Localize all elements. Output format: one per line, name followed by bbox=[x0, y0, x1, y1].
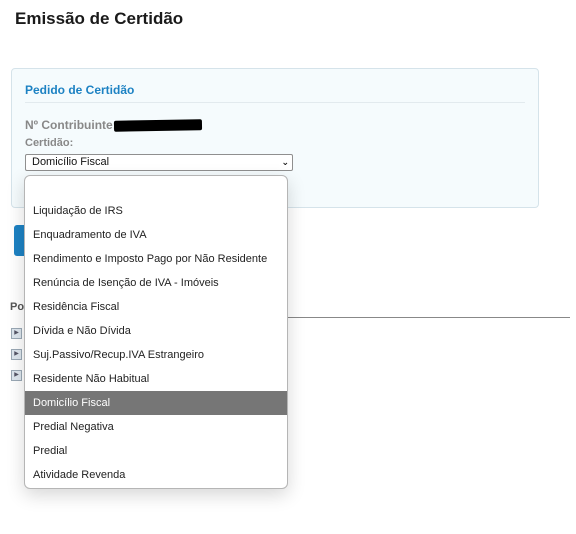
dropdown-option-suj-passivo-recup-iva[interactable]: Suj.Passivo/Recup.IVA Estrangeiro bbox=[25, 343, 287, 367]
dropdown-option-empty[interactable] bbox=[25, 176, 287, 200]
dropdown-option-residente-nao-habitual[interactable]: Residente Não Habitual bbox=[25, 367, 287, 391]
dropdown-option-liquidacao-irs[interactable]: Liquidação de IRS bbox=[25, 199, 287, 223]
panel-divider bbox=[25, 102, 525, 103]
dropdown-option-predial-negativa[interactable]: Predial Negativa bbox=[25, 415, 287, 439]
dropdown-option-divida-nao-divida[interactable]: Dívida e Não Dívida bbox=[25, 319, 287, 343]
section-divider bbox=[285, 317, 570, 318]
certidao-label: Certidão: bbox=[25, 137, 74, 149]
dropdown-option-atividade-revenda[interactable]: Atividade Revenda bbox=[25, 463, 287, 487]
section-label: Po bbox=[10, 301, 25, 313]
certidao-select-value: Domicílio Fiscal bbox=[32, 156, 110, 168]
dropdown-option-predial[interactable]: Predial bbox=[25, 439, 287, 463]
arrow-right-icon[interactable]: ▶ bbox=[11, 370, 22, 381]
certidao-dropdown-list: Liquidação de IRS Enquadramento de IVA R… bbox=[24, 175, 288, 489]
certidao-select[interactable]: Domicílio Fiscal ⌄ bbox=[25, 154, 293, 171]
dropdown-option-residencia-fiscal[interactable]: Residência Fiscal bbox=[25, 295, 287, 319]
dropdown-option-renuncia-isencao-iva[interactable]: Renúncia de Isenção de IVA - Imóveis bbox=[25, 271, 287, 295]
dropdown-option-domicilio-fiscal[interactable]: Domicílio Fiscal bbox=[25, 391, 287, 415]
contribuinte-label: Nº Contribuinte: bbox=[25, 118, 117, 132]
panel-title: Pedido de Certidão bbox=[25, 83, 135, 97]
page-title: Emissão de Certidão bbox=[15, 9, 184, 28]
arrow-right-icon[interactable]: ▶ bbox=[11, 328, 22, 339]
dropdown-option-enquadramento-iva[interactable]: Enquadramento de IVA bbox=[25, 223, 287, 247]
redacted-contribuinte-number bbox=[113, 119, 203, 132]
arrow-right-icon[interactable]: ▶ bbox=[11, 349, 22, 360]
chevron-down-icon: ⌄ bbox=[281, 157, 289, 167]
dropdown-option-rendimento-nao-residente[interactable]: Rendimento e Imposto Pago por Não Reside… bbox=[25, 247, 287, 271]
